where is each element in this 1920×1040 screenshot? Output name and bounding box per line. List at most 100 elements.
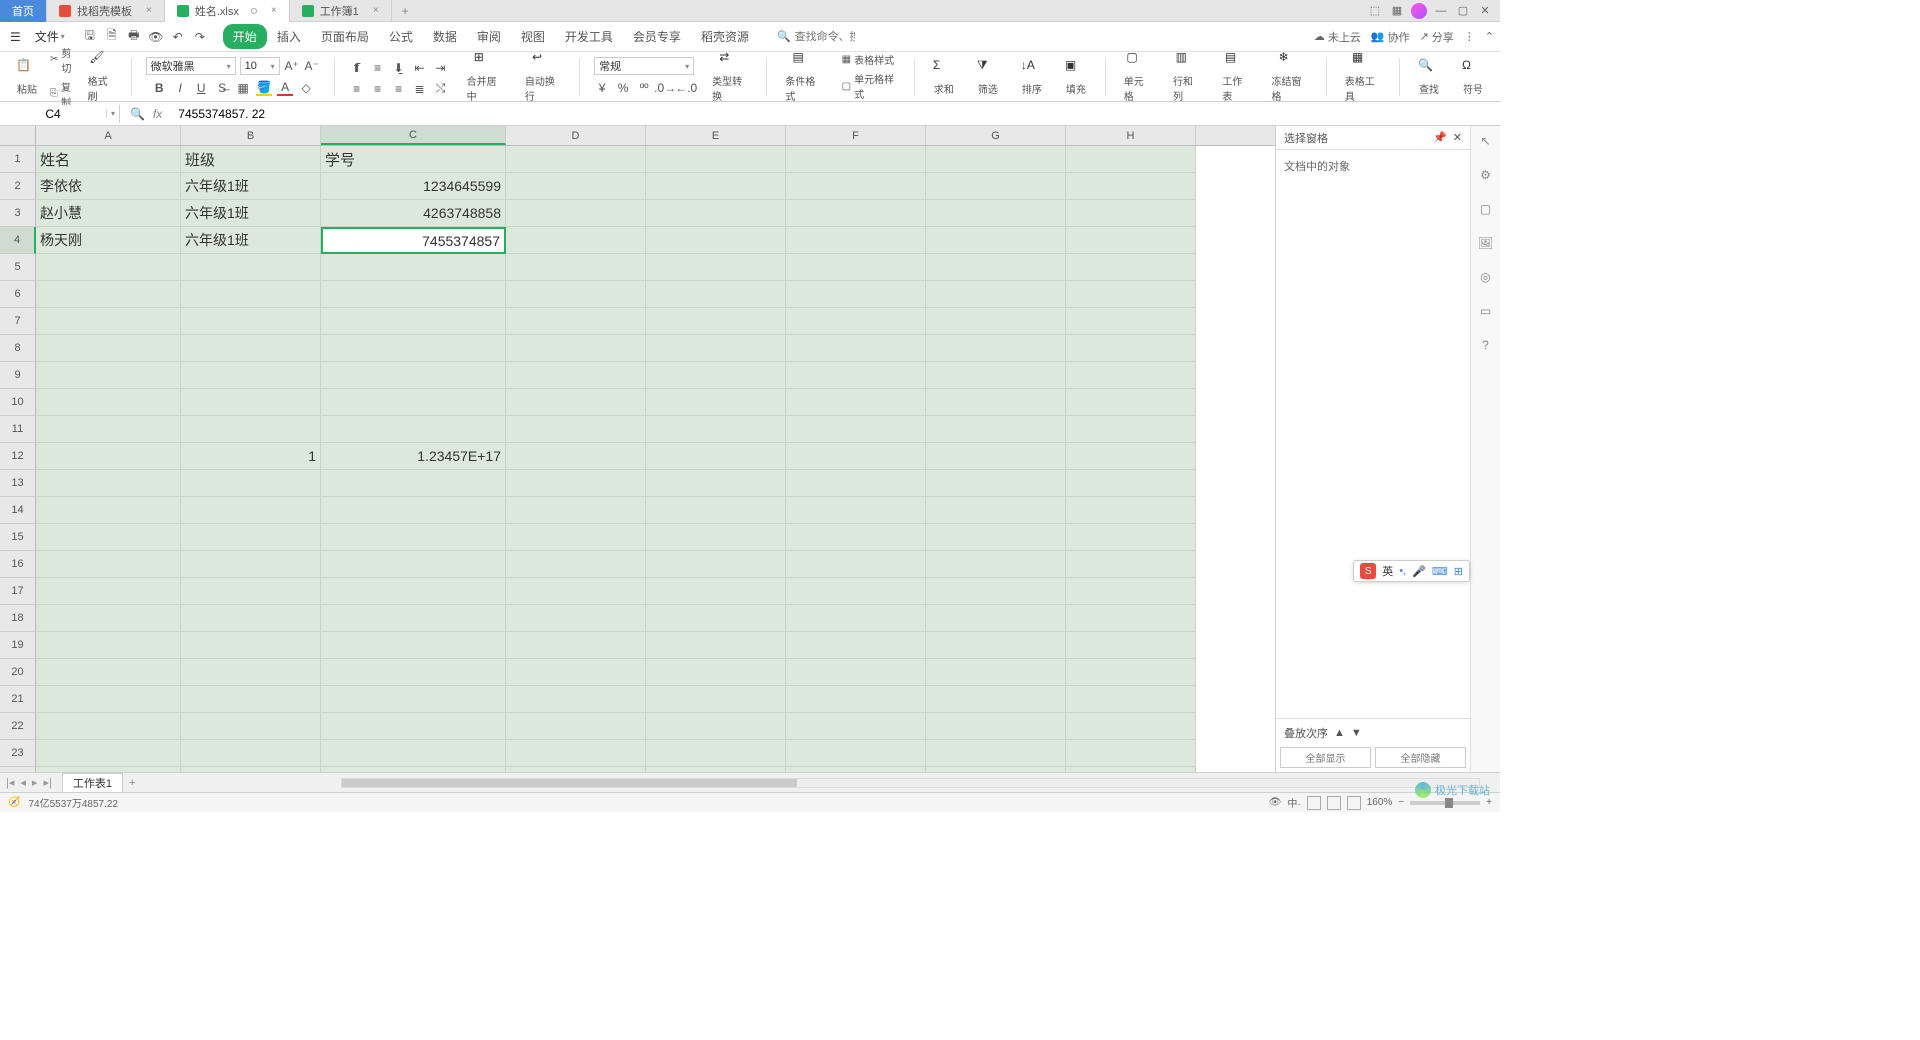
close-button[interactable]: ✕ <box>1476 2 1494 20</box>
row-header[interactable]: 17 <box>0 578 36 605</box>
cell[interactable] <box>321 713 506 740</box>
cell[interactable] <box>926 389 1066 416</box>
sum-button[interactable]: Σ求和 <box>929 56 959 98</box>
cell[interactable] <box>321 470 506 497</box>
align-justify-icon[interactable]: ≣ <box>412 81 428 97</box>
cell[interactable]: 赵小慧 <box>36 200 181 227</box>
cond-format-button[interactable]: ▤条件格式 <box>781 48 825 105</box>
cell[interactable] <box>36 308 181 335</box>
col-header[interactable]: F <box>786 126 926 145</box>
cell[interactable] <box>1066 335 1196 362</box>
cell[interactable] <box>321 497 506 524</box>
add-sheet-button[interactable]: + <box>123 777 141 789</box>
cell[interactable] <box>181 335 321 362</box>
row-header[interactable]: 12 <box>0 443 36 470</box>
badge-icon[interactable]: ⬚ <box>1366 2 1384 20</box>
cell[interactable] <box>321 659 506 686</box>
row-header[interactable]: 10 <box>0 389 36 416</box>
cell[interactable] <box>926 740 1066 767</box>
cell[interactable] <box>646 713 786 740</box>
cell[interactable] <box>926 524 1066 551</box>
row-header[interactable]: 19 <box>0 632 36 659</box>
tab-docer[interactable]: 稻壳资源 <box>691 24 759 49</box>
cell[interactable]: 1234645599 <box>321 173 506 200</box>
cell[interactable] <box>1066 389 1196 416</box>
row-header[interactable]: 5 <box>0 254 36 281</box>
cell[interactable] <box>786 389 926 416</box>
align-bottom-icon[interactable]: ⬇̱ <box>391 60 407 76</box>
row-header[interactable]: 7 <box>0 308 36 335</box>
cell[interactable] <box>181 632 321 659</box>
increase-font-icon[interactable]: A⁺ <box>284 58 300 74</box>
cell[interactable] <box>506 389 646 416</box>
cell[interactable] <box>181 740 321 767</box>
cell[interactable] <box>181 497 321 524</box>
restore-button[interactable]: ▢ <box>1454 2 1472 20</box>
cell[interactable] <box>506 254 646 281</box>
row-header[interactable]: 15 <box>0 524 36 551</box>
close-pane-icon[interactable]: ✕ <box>1453 131 1462 144</box>
cell[interactable] <box>181 713 321 740</box>
cell[interactable] <box>36 470 181 497</box>
cell[interactable] <box>786 173 926 200</box>
number-format-select[interactable]: 常规▾ <box>594 57 694 75</box>
share-button[interactable]: ↗ 分享 <box>1420 29 1454 45</box>
font-color-button[interactable]: A <box>277 80 293 96</box>
align-middle-icon[interactable]: ≡ <box>370 60 386 76</box>
cell[interactable]: 4263748858 <box>321 200 506 227</box>
row-header[interactable]: 2 <box>0 173 36 200</box>
cell-button[interactable]: ▢单元格 <box>1120 48 1155 105</box>
cell[interactable] <box>321 524 506 551</box>
cell[interactable] <box>926 281 1066 308</box>
tab-formula[interactable]: 公式 <box>379 24 423 49</box>
cell[interactable]: 学号 <box>321 146 506 173</box>
avatar[interactable] <box>1410 2 1428 20</box>
cell[interactable] <box>321 389 506 416</box>
cell[interactable] <box>926 200 1066 227</box>
col-header[interactable]: A <box>36 126 181 145</box>
cell[interactable] <box>926 443 1066 470</box>
cell[interactable] <box>786 335 926 362</box>
cell[interactable] <box>926 254 1066 281</box>
type-convert-button[interactable]: ⇄类型转换 <box>708 48 752 105</box>
cell[interactable] <box>506 659 646 686</box>
zoom-slider[interactable] <box>1410 801 1480 805</box>
row-header[interactable]: 18 <box>0 605 36 632</box>
cell[interactable] <box>506 173 646 200</box>
cell[interactable] <box>36 713 181 740</box>
cell[interactable] <box>646 362 786 389</box>
show-all-button[interactable]: 全部显示 <box>1280 747 1371 768</box>
apps-icon[interactable]: ▦ <box>1388 2 1406 20</box>
cell[interactable] <box>926 767 1066 772</box>
cell[interactable] <box>506 146 646 173</box>
formula-input[interactable] <box>172 105 1500 123</box>
col-header[interactable]: C <box>321 126 506 145</box>
name-box-dropdown-icon[interactable]: ▾ <box>106 109 119 118</box>
cell[interactable] <box>321 362 506 389</box>
cell[interactable] <box>181 605 321 632</box>
percent-icon[interactable]: % <box>615 80 631 96</box>
font-name-select[interactable]: 微软雅黑▾ <box>146 57 236 75</box>
cell[interactable] <box>646 551 786 578</box>
fill-button[interactable]: ▣填充 <box>1061 56 1091 98</box>
cell[interactable]: 7455374857 <box>321 227 506 254</box>
cell[interactable] <box>506 767 646 772</box>
row-header[interactable]: 8 <box>0 335 36 362</box>
name-box-input[interactable] <box>0 105 106 123</box>
cell[interactable] <box>646 146 786 173</box>
ime-keyboard-icon[interactable]: ⌨ <box>1432 565 1448 578</box>
row-header[interactable]: 9 <box>0 362 36 389</box>
cell[interactable] <box>321 551 506 578</box>
cell[interactable] <box>646 416 786 443</box>
increase-decimal-icon[interactable]: .0→ <box>657 80 673 96</box>
cell[interactable] <box>926 308 1066 335</box>
cell[interactable] <box>926 227 1066 254</box>
cell[interactable] <box>1066 578 1196 605</box>
cell[interactable] <box>506 308 646 335</box>
close-icon[interactable]: × <box>146 5 152 16</box>
hamburger-icon[interactable]: ☰ <box>6 28 25 46</box>
settings-strip-icon[interactable]: ⚙ <box>1477 166 1495 184</box>
cell[interactable] <box>786 740 926 767</box>
command-search[interactable]: 🔍 <box>777 30 855 43</box>
cell[interactable] <box>786 146 926 173</box>
